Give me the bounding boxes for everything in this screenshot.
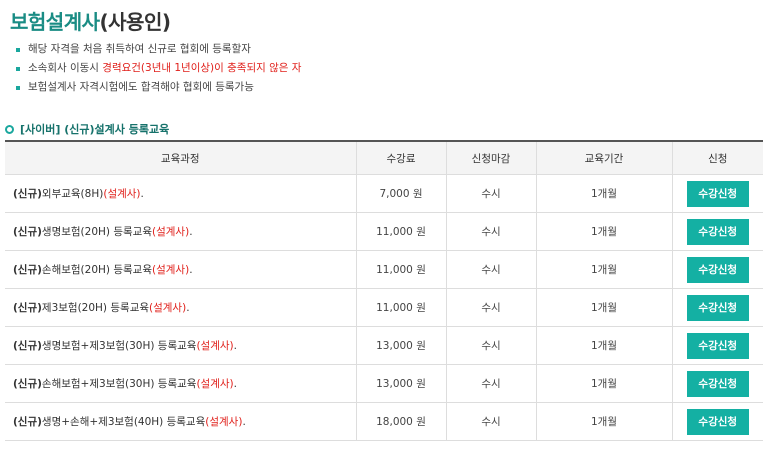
course-fee: 13,000 원 [355, 364, 446, 403]
course-deadline: 수시 [445, 326, 536, 365]
course-fee: 7,000 원 [355, 174, 446, 213]
course-deadline: 수시 [445, 212, 536, 251]
course-name: (신규)손해보험(20H) 등록교육(설계사). [5, 250, 356, 289]
table-row: (신규)외부교육(8H)(설계사). 7,000 원 수시 1개월 수강신청 [5, 174, 763, 213]
table-header-row: 교육과정 수강료 신청마감 교육기간 신청 [5, 140, 763, 175]
header-period: 교육기간 [535, 140, 672, 175]
course-apply-cell: 수강신청 [671, 288, 763, 327]
course-apply-cell: 수강신청 [671, 250, 763, 289]
course-deadline: 수시 [445, 402, 536, 441]
course-deadline: 수시 [445, 288, 536, 327]
enroll-button[interactable]: 수강신청 [686, 256, 749, 283]
course-fee: 11,000 원 [355, 288, 446, 327]
course-period: 1개월 [535, 364, 672, 403]
course-apply-cell: 수강신청 [671, 174, 763, 213]
note-item: 해당 자격을 처음 취득하여 신규로 협회에 등록할자 [14, 40, 301, 59]
enroll-button[interactable]: 수강신청 [686, 218, 749, 245]
course-fee: 11,000 원 [355, 250, 446, 289]
course-period: 1개월 [535, 212, 672, 251]
course-name: (신규)외부교육(8H)(설계사). [5, 174, 356, 213]
course-name: (신규)제3보험(20H) 등록교육(설계사). [5, 288, 356, 327]
course-apply-cell: 수강신청 [671, 364, 763, 403]
header-deadline: 신청마감 [445, 140, 536, 175]
enroll-button[interactable]: 수강신청 [686, 408, 749, 435]
course-apply-cell: 수강신청 [671, 402, 763, 441]
page-title-sub: (사용인) [99, 10, 171, 34]
enroll-button[interactable]: 수강신청 [686, 370, 749, 397]
header-course: 교육과정 [5, 140, 356, 175]
page: 보험설계사(사용인) 해당 자격을 처음 취득하여 신규로 협회에 등록할자 소… [0, 0, 773, 457]
course-apply-cell: 수강신청 [671, 212, 763, 251]
course-period: 1개월 [535, 402, 672, 441]
course-deadline: 수시 [445, 364, 536, 403]
course-deadline: 수시 [445, 174, 536, 213]
enroll-button[interactable]: 수강신청 [686, 180, 749, 207]
course-fee: 13,000 원 [355, 326, 446, 365]
notes-list: 해당 자격을 처음 취득하여 신규로 협회에 등록할자 소속회사 이동시 경력요… [14, 40, 301, 97]
course-apply-cell: 수강신청 [671, 326, 763, 365]
table-row: (신규)손해보험(20H) 등록교육(설계사). 11,000 원 수시 1개월 수강신… [5, 250, 763, 289]
table-row: (신규)생명보험+제3보험(30H) 등록교육(설계사). 13,000 원 수시 1… [5, 326, 763, 365]
course-name: (신규)손해보험+제3보험(30H) 등록교육(설계사). [5, 364, 356, 403]
course-fee: 18,000 원 [355, 402, 446, 441]
course-period: 1개월 [535, 326, 672, 365]
page-title-main: 보험설계사 [10, 10, 100, 34]
course-period: 1개월 [535, 174, 672, 213]
table-row: (신규)손해보험+제3보험(30H) 등록교육(설계사). 13,000 원 수시 1… [5, 364, 763, 403]
section-title: [사이버] (신규)설계사 등록교육 [5, 121, 169, 137]
note-item: 소속회사 이동시 경력요건(3년내 1년이상)이 충족되지 않은 자 [14, 59, 301, 78]
enroll-button[interactable]: 수강신청 [686, 332, 749, 359]
course-name: (신규)생명보험(20H) 등록교육(설계사). [5, 212, 356, 251]
header-apply: 신청 [671, 140, 763, 175]
course-name: (신규)생명+손해+제3보험(40H) 등록교육(설계사). [5, 402, 356, 441]
table-row: (신규)제3보험(20H) 등록교육(설계사). 11,000 원 수시 1개월 수강신… [5, 288, 763, 327]
table-row: (신규)생명+손해+제3보험(40H) 등록교육(설계사). 18,000 원 수시… [5, 402, 763, 441]
circle-bullet-icon [5, 124, 14, 134]
course-fee: 11,000 원 [355, 212, 446, 251]
course-period: 1개월 [535, 250, 672, 289]
course-period: 1개월 [535, 288, 672, 327]
note-item: 보험설계사 자격시험에도 합격해야 협회에 등록가능 [14, 78, 301, 97]
table-row: (신규)생명보험(20H) 등록교육(설계사). 11,000 원 수시 1개월 수강신… [5, 212, 763, 251]
page-title: 보험설계사(사용인) [10, 6, 171, 35]
course-name: (신규)생명보험+제3보험(30H) 등록교육(설계사). [5, 326, 356, 365]
header-fee: 수강료 [355, 140, 446, 175]
enroll-button[interactable]: 수강신청 [686, 294, 749, 321]
course-deadline: 수시 [445, 250, 536, 289]
course-table: 교육과정 수강료 신청마감 교육기간 신청 (신규)외부교육(8H)(설계사).… [5, 140, 763, 441]
